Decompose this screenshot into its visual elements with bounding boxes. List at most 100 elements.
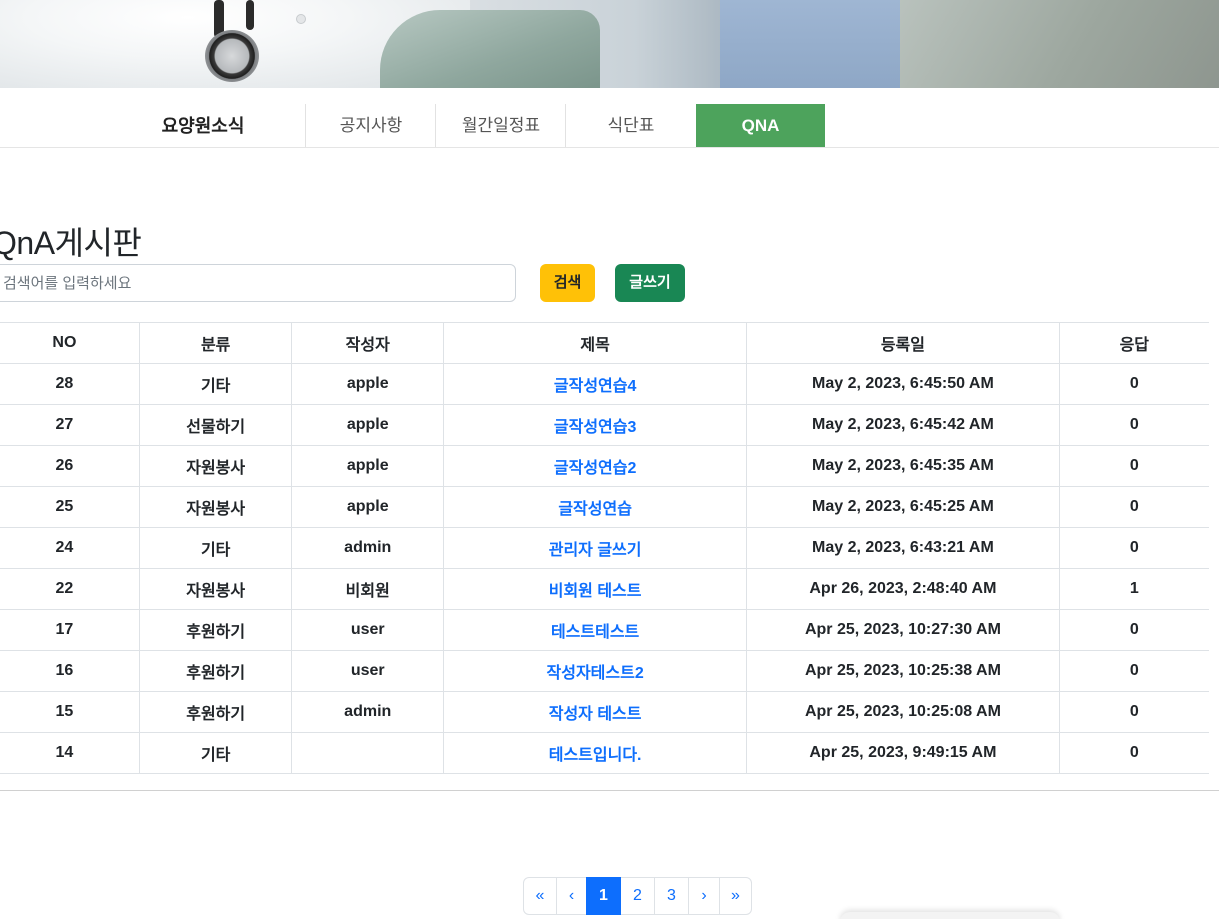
cell-category: 자원봉사 (139, 568, 293, 610)
cell-answers: 0 (1059, 732, 1209, 774)
pagination-prev-button[interactable]: ‹ (556, 877, 587, 915)
cell-category: 후원하기 (139, 650, 293, 692)
cell-title: 비회원 테스트 (443, 568, 748, 610)
cell-no: 25 (0, 486, 140, 528)
table-row: 22 자원봉사 비회원 비회원 테스트 Apr 26, 2023, 2:48:40 AM… (0, 568, 1209, 610)
cell-no: 14 (0, 732, 140, 774)
post-title-link[interactable]: 테스트입니다. (549, 747, 642, 764)
pagination-page-3[interactable]: 3 (654, 877, 689, 915)
tab-meal-plan[interactable]: 식단표 (565, 104, 696, 148)
table-row: 15 후원하기 admin 작성자 테스트 Apr 25, 2023, 10:25:08… (0, 691, 1209, 733)
cell-title: 글작성연습3 (443, 404, 748, 446)
cell-date: May 2, 2023, 6:43:21 AM (746, 527, 1060, 569)
post-title-link[interactable]: 작성자테스트2 (547, 665, 644, 682)
column-header-title: 제목 (443, 322, 748, 364)
cell-author: 비회원 (291, 568, 444, 610)
sub-navigation: 요양원소식 공지사항 월간일정표 식단표 QNA (0, 104, 1219, 148)
cell-title: 작성자 테스트 (443, 691, 748, 733)
post-title-link[interactable]: 글작성연습3 (554, 419, 637, 436)
column-header-answers: 응답 (1059, 322, 1209, 364)
cell-author: apple (291, 445, 444, 487)
cell-category: 자원봉사 (139, 486, 293, 528)
cell-answers: 0 (1059, 445, 1209, 487)
cell-author: apple (291, 404, 444, 446)
table-header-row: NO 분류 작성자 제목 등록일 응답 (0, 322, 1209, 364)
cell-no: 16 (0, 650, 140, 692)
column-header-category: 분류 (139, 322, 293, 364)
cell-category: 기타 (139, 527, 293, 569)
cell-no: 17 (0, 609, 140, 651)
tab-notice[interactable]: 공지사항 (305, 104, 436, 148)
cell-date: May 2, 2023, 6:45:50 AM (746, 363, 1060, 405)
cell-no: 28 (0, 363, 140, 405)
post-title-link[interactable]: 글작성연습2 (554, 460, 637, 477)
cell-date: Apr 25, 2023, 10:27:30 AM (746, 609, 1060, 651)
cell-answers: 0 (1059, 527, 1209, 569)
cell-category: 기타 (139, 363, 293, 405)
post-title-link[interactable]: 글작성연습4 (554, 378, 637, 395)
cell-title: 테스트테스트 (443, 609, 748, 651)
cell-author: admin (291, 527, 444, 569)
post-title-link[interactable]: 관리자 글쓰기 (549, 542, 642, 559)
table-row: 14 기타 테스트입니다. Apr 25, 2023, 9:49:15 AM 0 (0, 732, 1209, 774)
pagination-next-button[interactable]: › (688, 877, 720, 915)
floating-panel-edge (840, 912, 1060, 919)
column-header-date: 등록일 (746, 322, 1060, 364)
cell-date: Apr 26, 2023, 2:48:40 AM (746, 568, 1060, 610)
cell-category: 기타 (139, 732, 293, 774)
search-input[interactable] (0, 264, 516, 302)
cell-title: 글작성연습2 (443, 445, 748, 487)
post-title-link[interactable]: 작성자 테스트 (549, 706, 642, 723)
cell-no: 26 (0, 445, 140, 487)
cell-author: user (291, 650, 444, 692)
cell-date: May 2, 2023, 6:45:35 AM (746, 445, 1060, 487)
cell-answers: 0 (1059, 650, 1209, 692)
cell-date: May 2, 2023, 6:45:25 AM (746, 486, 1060, 528)
cell-date: Apr 25, 2023, 10:25:38 AM (746, 650, 1060, 692)
cell-title: 테스트입니다. (443, 732, 748, 774)
pagination-page-1[interactable]: 1 (586, 877, 621, 915)
content-divider (0, 790, 1219, 791)
cell-no: 15 (0, 691, 140, 733)
cell-category: 후원하기 (139, 691, 293, 733)
cell-title: 글작성연습4 (443, 363, 748, 405)
post-title-link[interactable]: 비회원 테스트 (549, 583, 642, 600)
table-row: 28 기타 apple 글작성연습4 May 2, 2023, 6:45:50 AM 0 (0, 363, 1209, 405)
cell-answers: 1 (1059, 568, 1209, 610)
cell-no: 24 (0, 527, 140, 569)
table-row: 24 기타 admin 관리자 글쓰기 May 2, 2023, 6:43:21 AM 0 (0, 527, 1209, 569)
cell-answers: 0 (1059, 486, 1209, 528)
cell-answers: 0 (1059, 363, 1209, 405)
table-row: 16 후원하기 user 작성자테스트2 Apr 25, 2023, 10:25:38 … (0, 650, 1209, 692)
table-row: 17 후원하기 user 테스트테스트 Apr 25, 2023, 10:27:30 A… (0, 609, 1209, 651)
tab-qna[interactable]: QNA (696, 104, 825, 148)
search-button[interactable]: 검색 (540, 264, 595, 302)
write-post-button[interactable]: 글쓰기 (615, 264, 685, 302)
post-title-link[interactable]: 글작성연습 (558, 501, 632, 518)
nav-divider (0, 147, 1219, 148)
tab-monthly-schedule[interactable]: 월간일정표 (435, 104, 566, 148)
column-header-author: 작성자 (291, 322, 444, 364)
table-row: 25 자원봉사 apple 글작성연습 May 2, 2023, 6:45:25 AM 0 (0, 486, 1209, 528)
page-title: QnA게시판 (0, 225, 142, 261)
cell-date: May 2, 2023, 6:45:42 AM (746, 404, 1060, 446)
post-title-link[interactable]: 테스트테스트 (551, 624, 639, 641)
cell-date: Apr 25, 2023, 10:25:08 AM (746, 691, 1060, 733)
cell-date: Apr 25, 2023, 9:49:15 AM (746, 732, 1060, 774)
cell-no: 27 (0, 404, 140, 446)
cell-no: 22 (0, 568, 140, 610)
pagination-last-button[interactable]: » (719, 877, 752, 915)
cell-author: apple (291, 363, 444, 405)
cell-author: user (291, 609, 444, 651)
cell-title: 관리자 글쓰기 (443, 527, 748, 569)
pagination-first-button[interactable]: « (523, 877, 557, 915)
table-row: 26 자원봉사 apple 글작성연습2 May 2, 2023, 6:45:35 AM… (0, 445, 1209, 487)
pagination-page-2[interactable]: 2 (620, 877, 655, 915)
cell-category: 자원봉사 (139, 445, 293, 487)
cell-title: 글작성연습 (443, 486, 748, 528)
cell-answers: 0 (1059, 404, 1209, 446)
table-row: 27 선물하기 apple 글작성연습3 May 2, 2023, 6:45:42 AM… (0, 404, 1209, 446)
section-title: 요양원소식 (161, 116, 245, 136)
cell-answers: 0 (1059, 691, 1209, 733)
cell-author (291, 732, 444, 774)
